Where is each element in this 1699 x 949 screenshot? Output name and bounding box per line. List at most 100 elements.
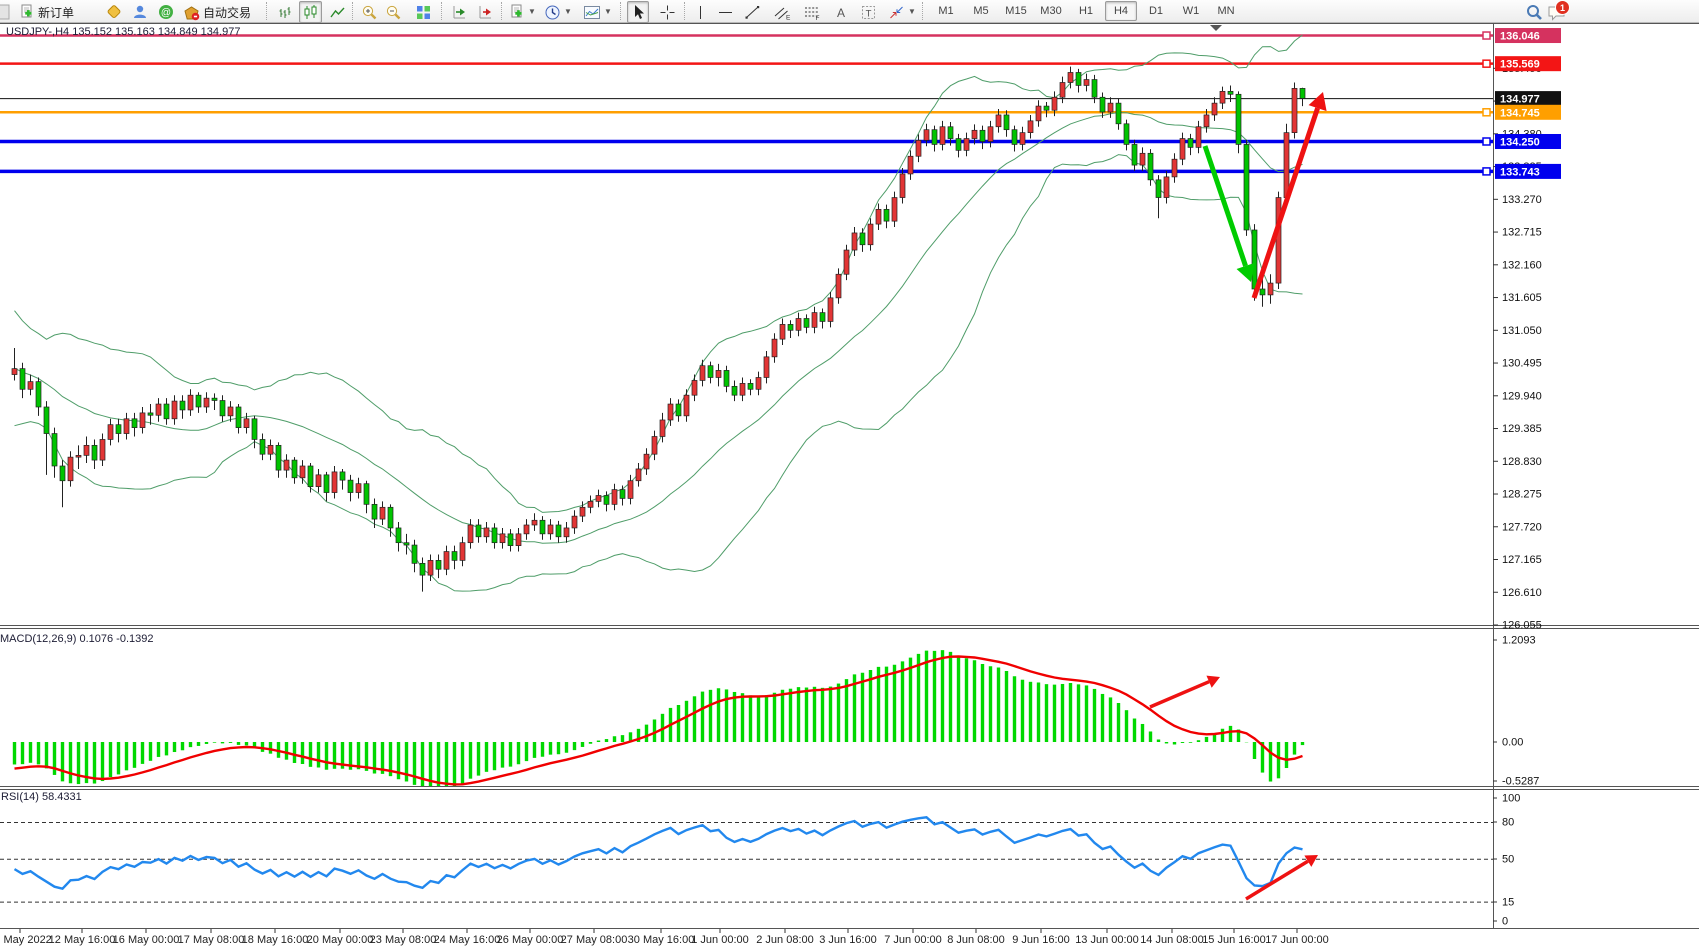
zoom-out-icon[interactable]: [382, 1, 405, 23]
zoom-in-icon[interactable]: [358, 1, 381, 23]
svg-text:14 Jun 08:00: 14 Jun 08:00: [1140, 934, 1204, 946]
svg-text:T: T: [866, 8, 872, 19]
timeframe-mn-button[interactable]: MN: [1210, 1, 1242, 21]
data-window-icon[interactable]: [128, 1, 152, 23]
new-order-icon: [19, 4, 35, 20]
clipped-toolbar-button[interactable]: [0, 1, 13, 23]
svg-text:26 May 00:00: 26 May 00:00: [497, 934, 564, 946]
price-badge: 135.569: [1483, 56, 1561, 71]
svg-text:126.610: 126.610: [1502, 587, 1542, 599]
svg-text:20 May 00:00: 20 May 00:00: [307, 934, 374, 946]
chevron-down-icon[interactable]: ▼: [564, 2, 572, 22]
tile-windows-icon[interactable]: [412, 1, 435, 23]
vertical-line-tool-icon[interactable]: [690, 1, 711, 23]
svg-text:1 Jun 00:00: 1 Jun 00:00: [691, 934, 749, 946]
svg-text:7 Jun 00:00: 7 Jun 00:00: [884, 934, 942, 946]
text-label-tool-icon[interactable]: T: [857, 1, 880, 23]
market-watch-icon[interactable]: [102, 1, 126, 23]
chevron-down-icon[interactable]: ▼: [908, 2, 916, 22]
svg-text:8 Jun 08:00: 8 Jun 08:00: [947, 934, 1005, 946]
timeframe-m1-button[interactable]: M1: [930, 1, 962, 21]
macd-indicator-label: MACD(12,26,9) 0.1076 -0.1392: [0, 633, 153, 645]
svg-text:133.270: 133.270: [1502, 194, 1542, 206]
text-tool-icon[interactable]: A: [830, 1, 852, 23]
candlesticks: [12, 67, 1305, 592]
new-order-label: 新订单: [38, 4, 74, 21]
trend-arrow[interactable]: [1150, 676, 1220, 707]
svg-text:17 May 08:00: 17 May 08:00: [178, 934, 245, 946]
svg-text:131.605: 131.605: [1502, 292, 1542, 304]
timeframe-h1-button[interactable]: H1: [1070, 1, 1102, 21]
timeframe-group: M1M5M15M30H1H4D1W1MN: [930, 1, 1242, 21]
equidistant-channel-tool-icon[interactable]: E: [770, 1, 794, 23]
chevron-down-icon[interactable]: ▼: [528, 2, 536, 22]
arrows-tool-icon[interactable]: ▼: [885, 1, 919, 23]
chart-title-ohlc: USDJPY-,H4 135.152 135.163 134.849 134.9…: [6, 26, 240, 38]
candlestick-chart-icon[interactable]: [299, 1, 322, 23]
notification-badge[interactable]: 1: [1555, 0, 1570, 15]
svg-text:80: 80: [1502, 817, 1514, 829]
crosshair-icon[interactable]: [656, 1, 679, 23]
macd-pane: [15, 650, 1303, 790]
svg-text:128.275: 128.275: [1502, 489, 1542, 501]
time-axis: 12 May 202212 May 16:0016 May 00:0017 Ma…: [0, 929, 1329, 946]
chevron-down-icon[interactable]: ▼: [604, 2, 612, 22]
svg-text:126.055: 126.055: [1502, 619, 1542, 631]
new-order-button[interactable]: 新订单: [16, 1, 77, 23]
line-chart-icon[interactable]: [326, 1, 349, 23]
svg-text:50: 50: [1502, 854, 1514, 866]
trend-arrow[interactable]: [1246, 855, 1318, 899]
chart-area[interactable]: 135.490134.935134.380133.825133.270132.7…: [0, 0, 1699, 949]
period-button[interactable]: ▼: [541, 1, 575, 23]
trendline-tool-icon[interactable]: [741, 1, 764, 23]
timeframe-m30-button[interactable]: M30: [1035, 1, 1067, 21]
horizontal-line-tool-icon[interactable]: [714, 1, 737, 23]
svg-text:136.046: 136.046: [1500, 31, 1540, 43]
timeframe-m5-button[interactable]: M5: [965, 1, 997, 21]
svg-text:F: F: [816, 15, 820, 21]
auto-scroll-icon[interactable]: [474, 1, 497, 23]
svg-text:134.977: 134.977: [1500, 94, 1540, 106]
chart-shift-marker[interactable]: [1210, 25, 1222, 31]
timeframe-h4-button[interactable]: H4: [1105, 1, 1137, 21]
svg-text:0.00: 0.00: [1502, 737, 1523, 749]
timeframe-w1-button[interactable]: W1: [1175, 1, 1207, 21]
svg-text:13 Jun 00:00: 13 Jun 00:00: [1075, 934, 1139, 946]
timeframe-m15-button[interactable]: M15: [1000, 1, 1032, 21]
rsi-indicator-label: RSI(14) 58.4331: [1, 791, 82, 803]
auto-trading-button[interactable]: 自动交易: [180, 1, 254, 23]
svg-text:127.165: 127.165: [1502, 554, 1542, 566]
svg-text:12 May 2022: 12 May 2022: [0, 934, 52, 946]
svg-text:2 Jun 08:00: 2 Jun 08:00: [756, 934, 814, 946]
chart-shift-icon[interactable]: [448, 1, 471, 23]
svg-text:129.940: 129.940: [1502, 390, 1542, 402]
new-chart-button[interactable]: ▼: [506, 1, 539, 23]
svg-text:15: 15: [1502, 897, 1514, 909]
price-badge: 134.977: [1495, 91, 1561, 106]
svg-text:24 May 16:00: 24 May 16:00: [434, 934, 501, 946]
price-badge: 134.745: [1483, 105, 1561, 120]
svg-text:9 Jun 16:00: 9 Jun 16:00: [1012, 934, 1070, 946]
fibonacci-tool-icon[interactable]: F: [800, 1, 824, 23]
svg-text:132.160: 132.160: [1502, 259, 1542, 271]
svg-text:@: @: [161, 8, 171, 19]
svg-text:134.250: 134.250: [1500, 136, 1540, 148]
cursor-icon[interactable]: [627, 1, 649, 23]
svg-text:132.715: 132.715: [1502, 227, 1542, 239]
svg-text:A: A: [837, 6, 845, 20]
navigator-icon[interactable]: @: [154, 1, 178, 23]
bar-chart-icon[interactable]: [274, 1, 297, 23]
price-axis: 135.490134.935134.380133.825133.270132.7…: [1483, 28, 1561, 927]
svg-text:1.2093: 1.2093: [1502, 635, 1536, 647]
main-price-pane: [0, 35, 1493, 592]
svg-text:128.830: 128.830: [1502, 456, 1542, 468]
template-button[interactable]: ▼: [580, 1, 615, 23]
timeframe-d1-button[interactable]: D1: [1140, 1, 1172, 21]
svg-text:17 Jun 00:00: 17 Jun 00:00: [1265, 934, 1329, 946]
trading-platform-window: 新订单 @ 自动交易 ▼ ▼ ▼ E F A T ▼: [0, 0, 1699, 949]
svg-text:12 May 16:00: 12 May 16:00: [49, 934, 116, 946]
svg-text:134.745: 134.745: [1500, 107, 1540, 119]
trend-arrow[interactable]: [1254, 92, 1327, 298]
svg-text:-0.5287: -0.5287: [1502, 776, 1539, 788]
rsi-pane: [0, 817, 1493, 902]
